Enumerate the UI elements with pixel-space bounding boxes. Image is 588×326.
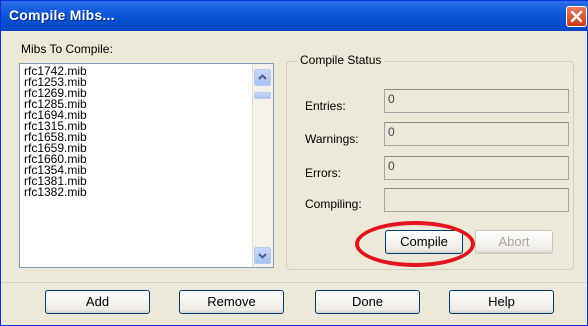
title-bar[interactable]: Compile Mibs... [1,1,588,31]
errors-label: Errors: [305,166,341,180]
chevron-down-icon [258,253,267,259]
add-button[interactable]: Add [45,290,150,314]
highlight-circle [355,221,475,267]
done-button[interactable]: Done [315,290,420,314]
scroll-thumb[interactable] [254,92,271,99]
chevron-up-icon [258,74,267,80]
mibs-list: rfc1742.mib rfc1253.mib rfc1269.mib rfc1285… [24,65,87,198]
list-item[interactable]: rfc1382.mib [24,186,87,198]
compiling-field [384,188,569,212]
help-button[interactable]: Help [449,290,554,314]
mibs-listbox[interactable]: rfc1742.mib rfc1253.mib rfc1269.mib rfc1285… [19,63,274,268]
warnings-field: 0 [384,122,569,146]
scroll-down-button[interactable] [254,247,271,264]
remove-button[interactable]: Remove [179,290,284,314]
warnings-label: Warnings: [305,132,359,146]
errors-field: 0 [384,156,569,180]
entries-label: Entries: [305,99,346,113]
entries-field: 0 [384,89,569,113]
abort-button: Abort [475,230,553,254]
compile-status-title: Compile Status [297,53,385,67]
compiling-label: Compiling: [305,197,362,211]
scrollbar[interactable] [252,64,273,267]
window-title: Compile Mibs... [9,7,115,23]
close-icon [570,10,583,23]
close-button[interactable] [566,6,587,27]
scroll-up-button[interactable] [254,69,271,86]
mibs-list-label: Mibs To Compile: [21,42,113,56]
compile-mibs-dialog: Compile Mibs... Mibs To Compile: rfc1742… [0,0,588,326]
divider [1,282,587,283]
